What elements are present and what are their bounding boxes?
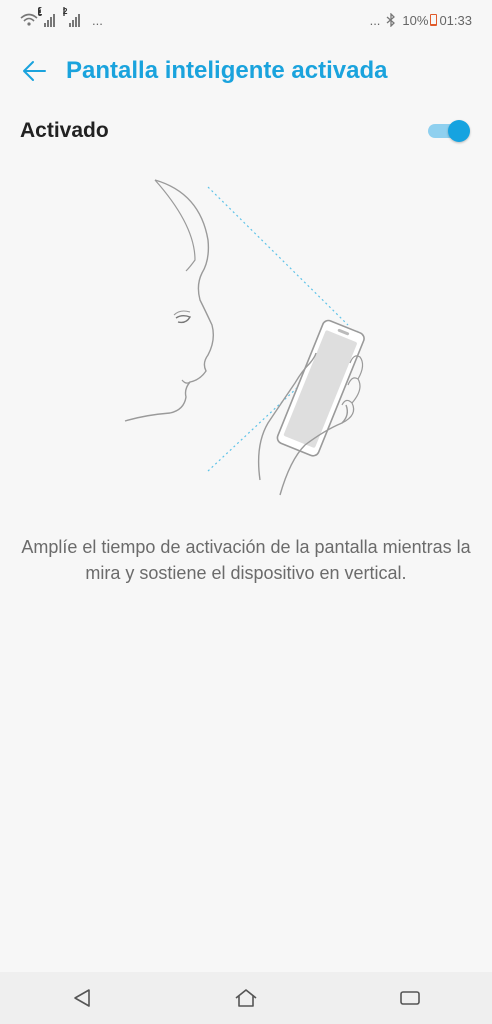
arrow-left-icon	[23, 61, 46, 81]
toggle-knob	[448, 120, 470, 142]
notification-more-indicator: ...	[92, 12, 103, 28]
status-bar: 1 2 ... ... 10% 01:33	[0, 0, 492, 40]
nav-home-icon	[235, 989, 257, 1007]
page-title: Pantalla inteligente activada	[66, 57, 388, 84]
app-bar: Pantalla inteligente activada	[0, 40, 492, 102]
nav-back-icon	[74, 989, 90, 1007]
navigation-bar	[0, 972, 492, 1024]
signal-sim2-icon: 2	[63, 7, 80, 27]
face-holding-phone-illustration	[124, 179, 365, 496]
activated-toggle[interactable]	[428, 119, 470, 143]
activated-setting-row[interactable]: Activado	[0, 108, 492, 154]
activated-label: Activado	[20, 119, 109, 142]
battery-percent: 10%	[402, 12, 429, 28]
sim1-badge: 1	[38, 7, 44, 16]
status-right: ... 10% 01:33	[370, 13, 472, 28]
nav-recents-icon	[400, 991, 420, 1005]
sim2-badge: 2	[63, 7, 68, 16]
clock: 01:33	[439, 12, 472, 28]
nav-back-button[interactable]	[52, 976, 112, 1020]
phone-drawing	[276, 319, 365, 457]
back-of-head	[154, 179, 196, 272]
bluetooth-icon	[386, 13, 396, 27]
back-button[interactable]	[14, 51, 54, 91]
battery-icon	[430, 14, 438, 26]
status-more-indicator: ...	[369, 12, 381, 28]
wifi-icon	[20, 13, 38, 26]
feature-description: Amplíe el tiempo de activación de la pan…	[21, 537, 471, 583]
status-left: 1 2 ...	[20, 7, 103, 28]
gaze-line-top	[207, 186, 349, 326]
eye	[175, 315, 192, 324]
head-outline	[124, 179, 215, 422]
signal-sim1-icon: 1	[38, 7, 55, 27]
nav-recents-button[interactable]	[380, 976, 440, 1020]
nav-home-button[interactable]	[216, 976, 276, 1020]
